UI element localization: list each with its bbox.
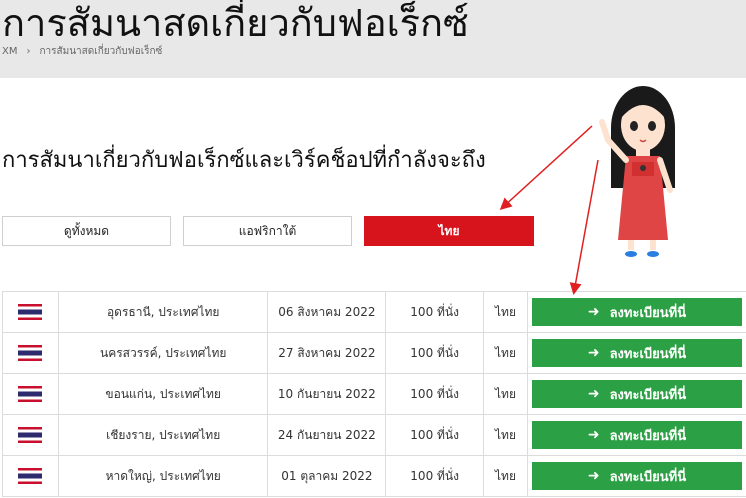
arrow-to-thailand-filter	[499, 125, 593, 211]
event-seats: 100 ที่นั่ง	[385, 332, 485, 374]
thailand-flag-icon	[18, 427, 43, 443]
register-button-label: ลงทะเบียนที่นี่	[609, 305, 687, 321]
breadcrumb-separator-icon: ›	[26, 46, 31, 57]
event-row: หาดใหญ่, ประเทศไทย 01 ตุลาคม 2022 100 ที่น…	[2, 455, 746, 497]
event-row: อุดรธานี, ประเทศไทย 06 สิงหาคม 2022 100 ที…	[2, 291, 746, 333]
event-date: 24 กันยายน 2022	[267, 414, 387, 456]
register-button-label: ลงทะเบียนที่นี่	[609, 346, 687, 362]
register-cell: ➜ ลงทะเบียนที่นี่	[526, 332, 746, 374]
flag-cell	[2, 332, 59, 374]
thailand-flag-icon	[18, 386, 43, 402]
event-location: หาดใหญ่, ประเทศไทย	[57, 455, 269, 497]
event-location: ขอนแก่น, ประเทศไทย	[57, 373, 269, 415]
register-cell: ➜ ลงทะเบียนที่นี่	[526, 291, 746, 333]
breadcrumb-home-link[interactable]: XM	[2, 46, 17, 57]
register-button-label: ลงทะเบียนที่นี่	[609, 387, 687, 403]
event-seats: 100 ที่นั่ง	[385, 455, 485, 497]
mascot-girl-image	[599, 86, 675, 257]
thailand-flag-icon	[18, 304, 43, 320]
arrow-right-icon: ➜	[587, 427, 600, 443]
event-date: 10 กันยายน 2022	[267, 373, 387, 415]
event-seats: 100 ที่นั่ง	[385, 291, 485, 333]
event-row: นครสวรรค์, ประเทศไทย 27 สิงหาคม 2022 100 ท…	[2, 332, 746, 374]
flag-cell	[2, 414, 59, 456]
register-button[interactable]: ➜ ลงทะเบียนที่นี่	[531, 421, 742, 449]
register-cell: ➜ ลงทะเบียนที่นี่	[526, 373, 746, 415]
page-header: การสัมนาสดเกี่ยวกับฟอเร็กซ์ XM › การสัมนาส…	[0, 0, 746, 78]
thailand-flag-icon	[18, 468, 43, 484]
filter-all-button[interactable]: ดูทั้งหมด	[2, 216, 171, 246]
event-location: อุดรธานี, ประเทศไทย	[57, 291, 269, 333]
breadcrumb-current: การสัมนาสดเกี่ยวกับฟอเร็กซ์	[39, 46, 163, 57]
register-button-label: ลงทะเบียนที่นี่	[609, 469, 687, 485]
flag-cell	[2, 455, 59, 497]
arrow-right-icon: ➜	[587, 386, 600, 402]
page-title: การสัมนาสดเกี่ยวกับฟอเร็กซ์	[2, 1, 469, 45]
section-title: การสัมนาเกี่ยวกับฟอเร็กซ์และเวิร์คช็อปที…	[2, 148, 486, 173]
event-language: ไทย	[483, 373, 528, 415]
register-button-label: ลงทะเบียนที่นี่	[609, 428, 687, 444]
event-seats: 100 ที่นั่ง	[385, 414, 485, 456]
event-date: 27 สิงหาคม 2022	[267, 332, 387, 374]
event-row: ขอนแก่น, ประเทศไทย 10 กันยายน 2022 100 ที่…	[2, 373, 746, 415]
breadcrumb: XM › การสัมนาสดเกี่ยวกับฟอเร็กซ์	[2, 44, 162, 59]
filter-thailand-button[interactable]: ไทย	[364, 216, 534, 246]
arrow-right-icon: ➜	[587, 468, 600, 484]
register-button[interactable]: ➜ ลงทะเบียนที่นี่	[531, 462, 742, 490]
arrow-right-icon: ➜	[587, 304, 600, 320]
event-location: นครสวรรค์, ประเทศไทย	[57, 332, 269, 374]
event-language: ไทย	[483, 332, 528, 374]
arrow-right-icon: ➜	[587, 345, 600, 361]
filter-south-africa-button[interactable]: แอฟริกาใต้	[183, 216, 352, 246]
register-cell: ➜ ลงทะเบียนที่นี่	[526, 455, 746, 497]
event-seats: 100 ที่นั่ง	[385, 373, 485, 415]
event-language: ไทย	[483, 455, 528, 497]
event-row: เชียงราย, ประเทศไทย 24 กันยายน 2022 100 ที…	[2, 414, 746, 456]
flag-cell	[2, 291, 59, 333]
flag-cell	[2, 373, 59, 415]
register-button[interactable]: ➜ ลงทะเบียนที่นี่	[531, 380, 742, 408]
register-button[interactable]: ➜ ลงทะเบียนที่นี่	[531, 339, 742, 367]
thailand-flag-icon	[18, 345, 43, 361]
event-language: ไทย	[483, 414, 528, 456]
event-language: ไทย	[483, 291, 528, 333]
event-date: 01 ตุลาคม 2022	[267, 455, 387, 497]
register-button[interactable]: ➜ ลงทะเบียนที่นี่	[531, 298, 742, 326]
register-cell: ➜ ลงทะเบียนที่นี่	[526, 414, 746, 456]
event-location: เชียงราย, ประเทศไทย	[57, 414, 269, 456]
events-table: อุดรธานี, ประเทศไทย 06 สิงหาคม 2022 100 ที…	[2, 291, 746, 497]
event-date: 06 สิงหาคม 2022	[267, 291, 387, 333]
